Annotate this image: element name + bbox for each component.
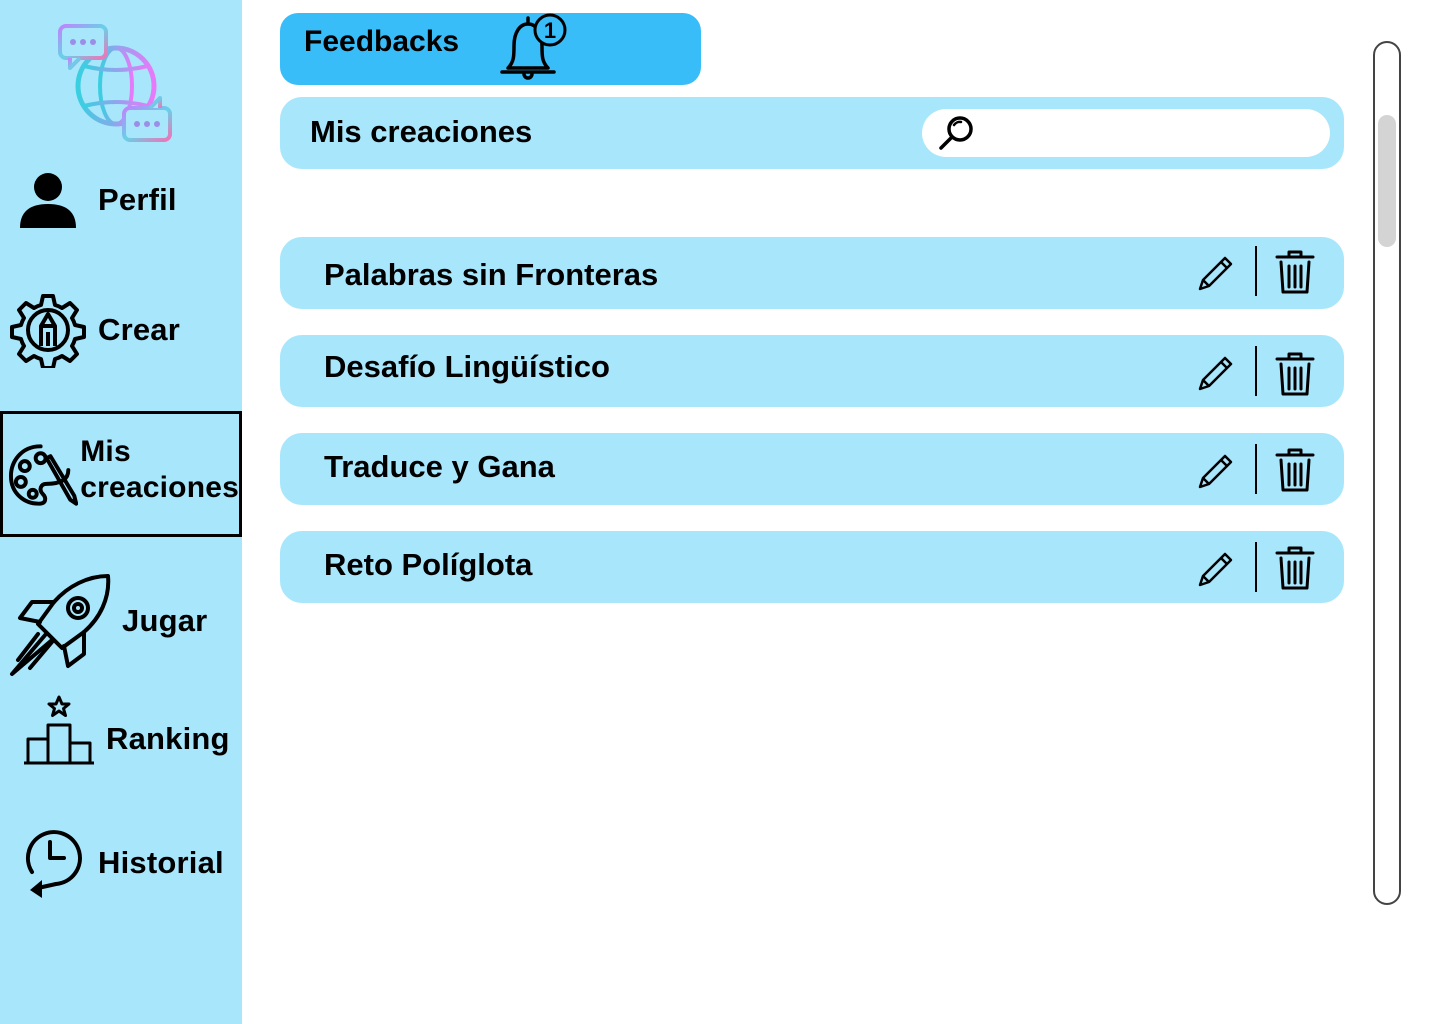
rocket-icon — [10, 574, 111, 676]
sidebar-item-label: Historial — [98, 845, 224, 880]
creation-title: Desafío Lingüístico — [324, 349, 610, 384]
pencil-edit-icon[interactable] — [1196, 253, 1236, 293]
creation-row[interactable]: Traduce y Gana — [280, 433, 1344, 505]
feedbacks-label: Feedbacks — [304, 25, 460, 58]
trash-delete-icon[interactable] — [1274, 447, 1316, 493]
sidebar-item-historial[interactable]: Historial — [22, 828, 224, 898]
search-icon — [939, 116, 973, 150]
page-title: Mis creaciones — [310, 114, 533, 149]
vertical-scrollbar[interactable] — [1373, 41, 1401, 905]
sidebar-item-label: Crear — [98, 312, 180, 347]
creation-row[interactable]: Desafío Lingüístico — [280, 335, 1344, 407]
sidebar-item-label: Perfil — [98, 182, 177, 217]
sidebar-item-label: Mis creaciones — [80, 435, 239, 504]
feedbacks-button[interactable]: Feedbacks — [280, 13, 701, 85]
trash-delete-icon[interactable] — [1274, 351, 1316, 397]
creation-title: Traduce y Gana — [324, 449, 555, 484]
sidebar-item-mis-creaciones[interactable]: Mis creaciones — [0, 411, 242, 537]
creation-title: Palabras sin Fronteras — [324, 257, 659, 292]
pencil-edit-icon[interactable] — [1196, 353, 1236, 393]
bell-icon[interactable]: 1 — [496, 12, 570, 82]
pencil-edit-icon[interactable] — [1196, 451, 1236, 491]
pencil-edit-icon[interactable] — [1196, 549, 1236, 589]
creation-title: Reto Políglota — [324, 547, 533, 582]
trash-delete-icon[interactable] — [1274, 249, 1316, 295]
sidebar-item-perfil[interactable]: Perfil — [18, 162, 177, 238]
search-box[interactable] — [922, 109, 1330, 157]
sidebar-item-ranking[interactable]: Ranking — [24, 692, 230, 768]
sidebar-item-label: Jugar — [122, 603, 208, 638]
row-divider — [1255, 542, 1257, 592]
globe-chat-logo — [58, 24, 172, 142]
creation-row[interactable]: Reto Políglota — [280, 531, 1344, 603]
search-input[interactable] — [984, 115, 1318, 153]
podium-icon — [24, 695, 94, 765]
sidebar-item-jugar[interactable]: Jugar — [8, 572, 207, 678]
creation-row[interactable]: Palabras sin Fronteras — [280, 237, 1344, 309]
sidebar-item-crear[interactable]: Crear — [10, 292, 180, 368]
row-divider — [1255, 444, 1257, 494]
scrollbar-thumb[interactable] — [1378, 115, 1396, 247]
sidebar: Perfil Crear Mis creaciones Jugar Rankin… — [0, 0, 242, 1024]
notification-count: 1 — [544, 18, 556, 43]
user-icon — [20, 173, 76, 228]
history-clock-icon — [26, 830, 82, 898]
row-divider — [1255, 346, 1257, 396]
gear-pencil-icon — [10, 294, 86, 368]
header-bar: Mis creaciones — [280, 97, 1344, 169]
palette-icon — [8, 444, 79, 506]
row-divider — [1255, 246, 1257, 296]
trash-delete-icon[interactable] — [1274, 545, 1316, 591]
sidebar-item-label: Ranking — [106, 721, 230, 756]
